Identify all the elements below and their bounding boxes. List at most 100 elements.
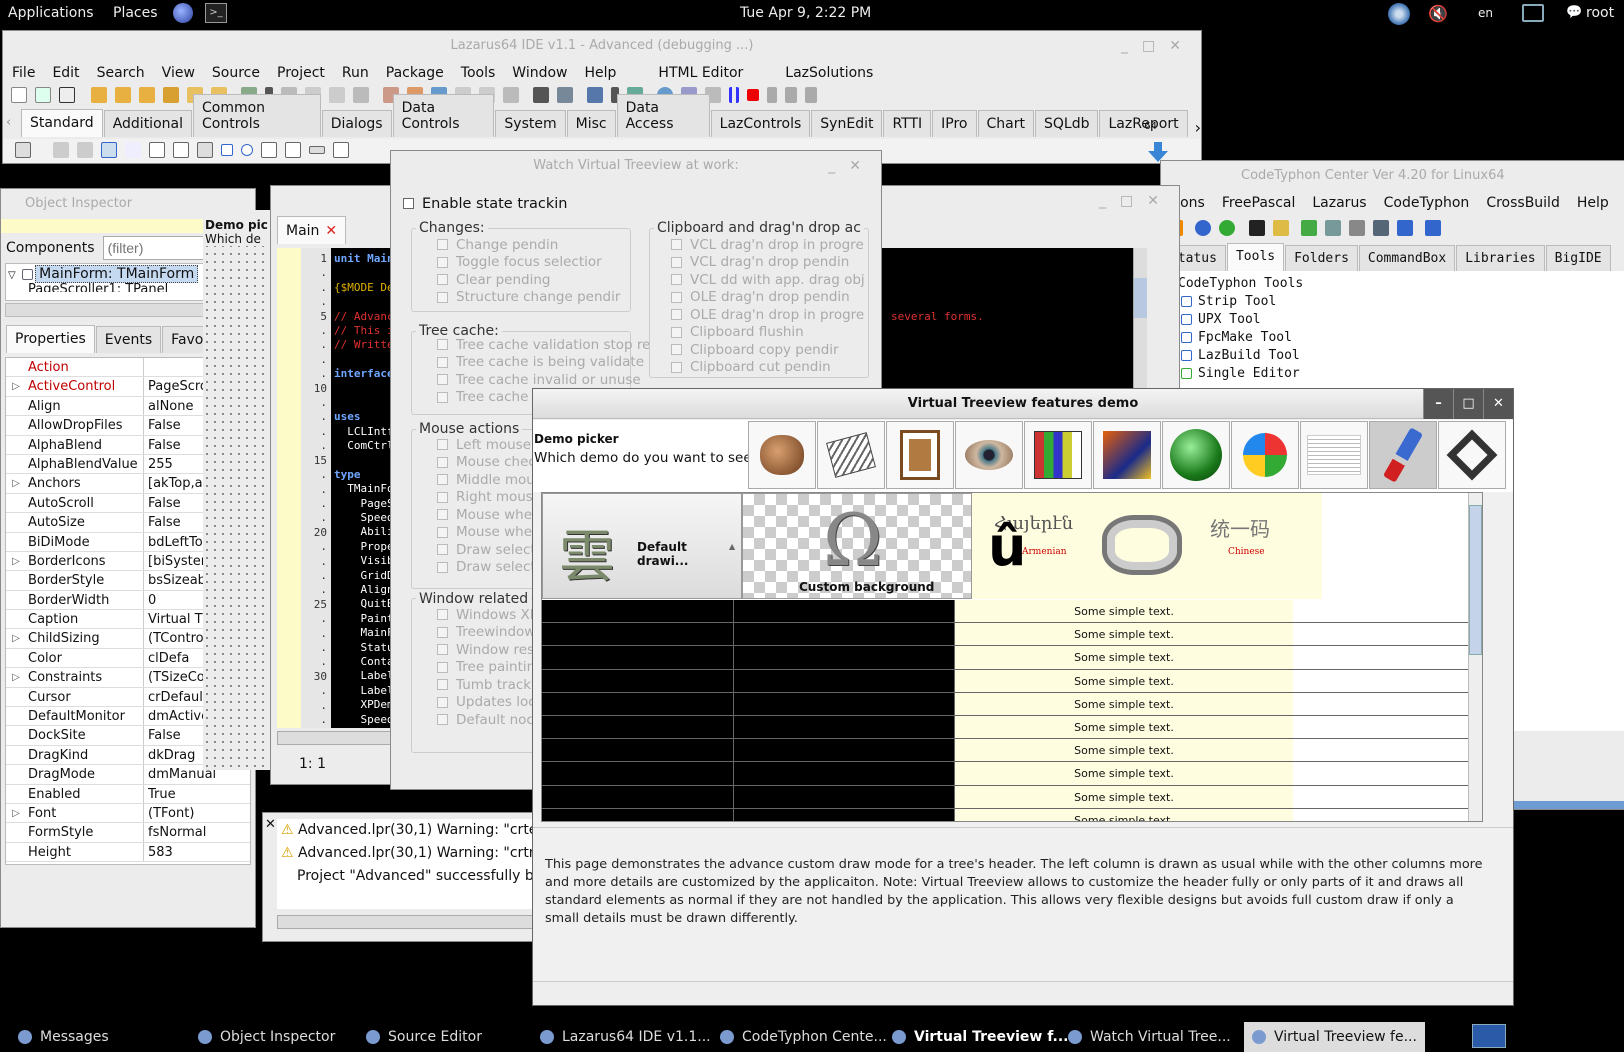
property-value[interactable]: False xyxy=(144,416,181,434)
checkbox-box[interactable] xyxy=(437,661,448,673)
menu-view[interactable]: View xyxy=(162,65,195,81)
pause-icon[interactable] xyxy=(729,87,739,103)
clip-checkbox[interactable]: OLE drag'n drop pendin xyxy=(671,289,865,307)
binoculars-icon[interactable] xyxy=(533,87,549,103)
tscrollbar-icon[interactable] xyxy=(309,146,325,154)
step-into-icon[interactable] xyxy=(767,87,777,103)
network-icon[interactable] xyxy=(1522,4,1544,22)
property-value[interactable]: [akTop,ak xyxy=(144,474,210,492)
palette-tab-lazcontrols[interactable]: LazControls xyxy=(710,110,811,137)
palette-tab-rtti[interactable]: RTTI xyxy=(883,110,932,137)
ct-menu-help[interactable]: Help xyxy=(1577,195,1609,211)
property-value[interactable]: fsNormal xyxy=(144,823,206,841)
vt-row[interactable]: Some simple text. xyxy=(542,623,1482,647)
messages-close-icon[interactable]: ✕ xyxy=(265,817,276,832)
property-expand-icon[interactable]: ▷ xyxy=(6,552,26,570)
pointer-icon[interactable] xyxy=(15,142,31,158)
toggle-form-icon[interactable] xyxy=(353,87,369,103)
checkbox-box[interactable] xyxy=(437,391,448,403)
new-project-icon[interactable] xyxy=(59,87,75,103)
window-checkbox[interactable]: Updates loc xyxy=(437,694,536,712)
ct-tree-root[interactable]: CodeTyphon Tools xyxy=(1163,275,1624,293)
ct-menu-codetyphon[interactable]: CodeTyphon xyxy=(1384,195,1470,211)
volume-icon[interactable]: 🔇 xyxy=(1428,4,1448,23)
checkbox-box[interactable] xyxy=(437,644,448,656)
palette-scroll-right-icon[interactable]: › xyxy=(1195,118,1201,137)
tbutton-icon[interactable] xyxy=(101,142,117,158)
mouse-checkbox[interactable]: Draw select xyxy=(437,541,541,559)
demo-speed-button[interactable] xyxy=(886,421,954,489)
window-checkbox[interactable]: Window res xyxy=(437,641,536,659)
palette-tab-common-controls[interactable]: Common Controls xyxy=(192,94,321,137)
header-col-default[interactable]: 雲 Default drawi... ▲ xyxy=(542,493,742,599)
applications-menu[interactable]: Applications xyxy=(8,5,94,21)
property-expand-icon[interactable] xyxy=(6,785,26,803)
checkbox-box[interactable] xyxy=(671,309,682,321)
vt-tree[interactable]: 雲 Default drawi... ▲ Ω Custom background… xyxy=(541,492,1483,822)
clip-checkbox[interactable]: VCL drag'n drop in progre xyxy=(671,236,865,254)
menu-source[interactable]: Source xyxy=(212,65,260,81)
property-expand-icon[interactable]: ▷ xyxy=(6,377,26,395)
property-expand-icon[interactable] xyxy=(6,610,26,628)
property-value[interactable]: alNone xyxy=(144,397,194,415)
property-value[interactable]: dkDrag xyxy=(144,746,195,764)
taskbar-item[interactable]: Watch Virtual Tree... xyxy=(1068,1022,1231,1052)
demo-speed-button[interactable] xyxy=(1438,421,1506,489)
window-controls[interactable]: _□✕ xyxy=(1121,31,1195,61)
palette-tab-additional[interactable]: Additional xyxy=(103,110,192,137)
save-all-icon[interactable] xyxy=(163,87,179,103)
vt-demo-titlebar[interactable]: Virtual Treeview features demo – □ ✕ xyxy=(533,389,1513,419)
checkbox-box[interactable] xyxy=(437,714,448,726)
checkbox-box[interactable] xyxy=(671,239,682,251)
vt-window-controls[interactable]: – □ ✕ xyxy=(1423,389,1513,419)
vt-row[interactable]: Some simple text. xyxy=(542,808,1482,821)
property-expand-icon[interactable] xyxy=(6,513,26,531)
checkbox-box[interactable] xyxy=(437,256,448,268)
step-out-icon[interactable] xyxy=(805,87,817,103)
menu-window[interactable]: Window xyxy=(512,65,567,81)
property-expand-icon[interactable]: ▷ xyxy=(6,629,26,647)
vt-row[interactable]: Some simple text. xyxy=(542,762,1482,786)
demo-speed-button[interactable] xyxy=(1024,421,1092,489)
property-expand-icon[interactable]: ▷ xyxy=(6,474,26,492)
checkbox-box[interactable] xyxy=(671,291,682,303)
ct-download-icon[interactable] xyxy=(1425,220,1441,236)
stop-icon[interactable] xyxy=(747,89,759,101)
property-value[interactable]: (TSizeCo xyxy=(144,668,205,686)
open-icon[interactable] xyxy=(91,87,107,103)
checkbox-box[interactable] xyxy=(437,291,448,303)
tlistbox-icon[interactable] xyxy=(261,142,277,158)
property-expand-icon[interactable] xyxy=(6,649,26,667)
tgroupbox-icon[interactable] xyxy=(333,142,349,158)
palette-tab-system[interactable]: System xyxy=(495,110,566,137)
window-checkbox[interactable]: Default noc xyxy=(437,711,536,729)
paste-icon[interactable] xyxy=(329,87,345,103)
tlabel-icon[interactable] xyxy=(125,142,141,158)
changes-checkbox[interactable]: Toggle focus selectior xyxy=(437,254,620,272)
tcombobox-icon[interactable] xyxy=(285,142,301,158)
palette-tab-sqldb[interactable]: SQLdb xyxy=(1034,110,1099,137)
palette-tab-ipro[interactable]: IPro xyxy=(932,110,977,137)
changes-checkbox[interactable]: Clear pending xyxy=(437,271,620,289)
clip-checkbox[interactable]: VCL dd with app. drag obj xyxy=(671,271,865,289)
checkbox-box[interactable] xyxy=(437,679,448,691)
maximize-icon[interactable]: □ xyxy=(1453,389,1483,419)
menu-run[interactable]: Run xyxy=(342,65,369,81)
run-mode-icon[interactable] xyxy=(587,87,603,103)
clip-checkbox[interactable]: Clipboard flushin xyxy=(671,324,865,342)
property-value[interactable] xyxy=(144,358,148,376)
taskbar-item[interactable]: Lazarus64 IDE v1.1... xyxy=(540,1022,711,1052)
ttogglebox-icon[interactable] xyxy=(197,142,213,158)
vt-row[interactable]: Some simple text. xyxy=(542,646,1482,670)
places-menu[interactable]: Places xyxy=(113,5,158,21)
demo-speed-button[interactable] xyxy=(1162,421,1230,489)
layout-icon[interactable] xyxy=(503,87,519,103)
property-expand-icon[interactable]: ▷ xyxy=(6,668,26,686)
mouse-checkbox[interactable]: Mouse whe xyxy=(437,524,541,542)
vt-row[interactable]: Some simple text. xyxy=(542,692,1482,716)
workspace-switcher-icon[interactable] xyxy=(1472,1024,1506,1048)
clip-checkbox[interactable]: VCL drag'n drop pendin xyxy=(671,254,865,272)
property-expand-icon[interactable] xyxy=(6,436,26,454)
property-row[interactable]: Enabled True xyxy=(6,784,250,804)
ct-tab-libraries[interactable]: Libraries xyxy=(1456,245,1545,271)
